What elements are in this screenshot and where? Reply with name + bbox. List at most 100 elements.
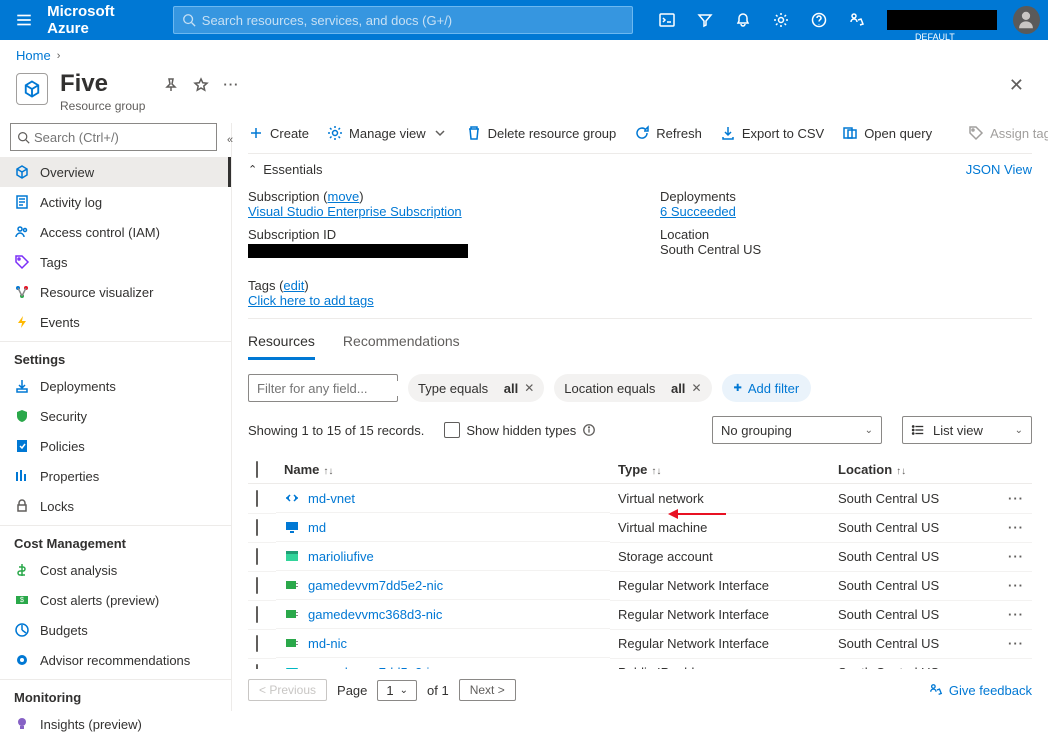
menu-icon[interactable]: [8, 4, 39, 36]
resource-name-link[interactable]: md-vnet: [308, 491, 355, 506]
json-view-link[interactable]: JSON View: [966, 162, 1032, 177]
select-all-checkbox[interactable]: [256, 461, 258, 478]
filter-field-input[interactable]: [248, 374, 398, 402]
global-search-input[interactable]: [202, 13, 624, 28]
sidebar-item-cost-alerts-preview-[interactable]: $Cost alerts (preview): [0, 585, 231, 615]
resource-name-link[interactable]: md-nic: [308, 636, 347, 651]
filter-pill-type[interactable]: Type equals all✕: [408, 374, 544, 402]
resource-name-link[interactable]: gamedevvmc368d3-nic: [308, 607, 442, 622]
deployments-link[interactable]: 6 Succeeded: [660, 204, 736, 219]
help-icon[interactable]: [801, 0, 837, 40]
col-location[interactable]: Location↑↓: [830, 456, 1000, 484]
subscription-move-link[interactable]: move: [328, 189, 360, 204]
sidebar-item-properties[interactable]: Properties: [0, 461, 231, 491]
table-row[interactable]: marioliufiveStorage accountSouth Central…: [248, 542, 1032, 571]
row-more-icon[interactable]: ···: [1000, 600, 1032, 629]
assign-tags-button[interactable]: Assign tags: [968, 125, 1048, 141]
directories-icon[interactable]: [687, 0, 723, 40]
table-row[interactable]: md-vnetVirtual networkSouth Central US··…: [248, 484, 1032, 514]
sidebar-item-access-control-iam-[interactable]: Access control (IAM): [0, 217, 231, 247]
sidebar-item-deployments[interactable]: Deployments: [0, 371, 231, 401]
resource-name-link[interactable]: gamedevvm7dd5e2-ip: [308, 665, 437, 670]
row-checkbox[interactable]: [256, 519, 258, 536]
breadcrumb-home[interactable]: Home: [16, 48, 51, 63]
table-row[interactable]: mdVirtual machineSouth Central US···: [248, 513, 1032, 542]
sidebar-item-security[interactable]: Security: [0, 401, 231, 431]
sidebar-item-cost-analysis[interactable]: Cost analysis: [0, 555, 231, 585]
essentials-header[interactable]: Essentials: [263, 162, 322, 177]
sidebar-search[interactable]: [10, 123, 217, 151]
sidebar-search-input[interactable]: [34, 130, 210, 145]
row-checkbox[interactable]: [256, 635, 258, 652]
resource-type-icon: [284, 606, 300, 622]
sidebar-item-locks[interactable]: Locks: [0, 491, 231, 521]
row-checkbox[interactable]: [256, 490, 258, 507]
grouping-dropdown[interactable]: No grouping⌄: [712, 416, 882, 444]
tab-recommendations[interactable]: Recommendations: [343, 333, 460, 360]
col-type[interactable]: Type↑↓: [610, 456, 830, 484]
row-more-icon[interactable]: ···: [1000, 484, 1032, 514]
brand[interactable]: Microsoft Azure: [47, 3, 157, 37]
sidebar-item-policies[interactable]: Policies: [0, 431, 231, 461]
sidebar-item-tags[interactable]: Tags: [0, 247, 231, 277]
sidebar-item-resource-visualizer[interactable]: Resource visualizer: [0, 277, 231, 307]
cloud-shell-icon[interactable]: [649, 0, 685, 40]
sidebar-item-activity-log[interactable]: Activity log: [0, 187, 231, 217]
delete-rg-button[interactable]: Delete resource group: [466, 125, 617, 141]
tab-resources[interactable]: Resources: [248, 333, 315, 360]
remove-type-filter-icon[interactable]: ✕: [524, 381, 534, 395]
next-page-button[interactable]: Next >: [459, 679, 516, 701]
sidebar-item-budgets[interactable]: Budgets: [0, 615, 231, 645]
manage-view-button[interactable]: Manage view: [327, 125, 448, 141]
add-tags-link[interactable]: Click here to add tags: [248, 293, 374, 308]
remove-location-filter-icon[interactable]: ✕: [691, 381, 701, 395]
show-hidden-checkbox[interactable]: Show hidden types: [444, 422, 596, 438]
row-checkbox[interactable]: [256, 606, 258, 623]
table-row[interactable]: gamedevvm7dd5e2-ipPublic IP addressSouth…: [248, 658, 1032, 669]
resource-type-icon: [284, 519, 300, 535]
row-more-icon[interactable]: ···: [1000, 629, 1032, 658]
row-checkbox[interactable]: [256, 548, 258, 565]
essentials-caret-icon[interactable]: ⌃: [248, 163, 257, 176]
export-csv-button[interactable]: Export to CSV: [720, 125, 824, 141]
row-checkbox[interactable]: [256, 664, 258, 669]
more-actions-icon[interactable]: ···: [223, 77, 239, 96]
refresh-button[interactable]: Refresh: [634, 125, 702, 141]
row-checkbox[interactable]: [256, 577, 258, 594]
row-more-icon[interactable]: ···: [1000, 542, 1032, 571]
table-row[interactable]: gamedevvm7dd5e2-nicRegular Network Inter…: [248, 571, 1032, 600]
page-subtitle: Resource group: [60, 99, 145, 113]
col-name[interactable]: Name↑↓: [276, 456, 610, 484]
page-select[interactable]: 1⌄: [377, 680, 417, 701]
favorite-icon[interactable]: [193, 77, 209, 96]
notifications-icon[interactable]: [725, 0, 761, 40]
resource-name-link[interactable]: gamedevvm7dd5e2-nic: [308, 578, 443, 593]
filter-pill-location[interactable]: Location equals all✕: [554, 374, 711, 402]
sidebar-item-advisor-recommendations[interactable]: Advisor recommendations: [0, 645, 231, 675]
sidebar-item-insights-preview-[interactable]: Insights (preview): [0, 709, 231, 739]
open-query-button[interactable]: Open query: [842, 125, 932, 141]
lock-icon: [14, 498, 30, 514]
sidebar-item-events[interactable]: Events: [0, 307, 231, 337]
subscription-name-link[interactable]: Visual Studio Enterprise Subscription: [248, 204, 462, 219]
sidebar-item-overview[interactable]: Overview: [0, 157, 231, 187]
row-more-icon[interactable]: ···: [1000, 571, 1032, 600]
pin-icon[interactable]: [163, 77, 179, 96]
table-row[interactable]: gamedevvmc368d3-nicRegular Network Inter…: [248, 600, 1032, 629]
avatar[interactable]: [1013, 6, 1040, 34]
resource-name-link[interactable]: marioliufive: [308, 549, 374, 564]
row-more-icon[interactable]: ···: [1000, 658, 1032, 669]
add-filter-button[interactable]: ✚Add filter: [722, 374, 812, 402]
settings-icon[interactable]: [763, 0, 799, 40]
prev-page-button[interactable]: < Previous: [248, 679, 327, 701]
tags-edit-link[interactable]: edit: [283, 278, 304, 293]
create-button[interactable]: Create: [248, 125, 309, 141]
global-search[interactable]: [173, 6, 633, 34]
table-row[interactable]: md-nicRegular Network InterfaceSouth Cen…: [248, 629, 1032, 658]
feedback-icon[interactable]: [839, 0, 875, 40]
close-icon[interactable]: ✕: [1001, 71, 1032, 100]
resource-name-link[interactable]: md: [308, 520, 326, 535]
view-mode-dropdown[interactable]: List view⌄: [902, 416, 1032, 444]
give-feedback-link[interactable]: Give feedback: [929, 683, 1032, 698]
row-more-icon[interactable]: ···: [1000, 513, 1032, 542]
